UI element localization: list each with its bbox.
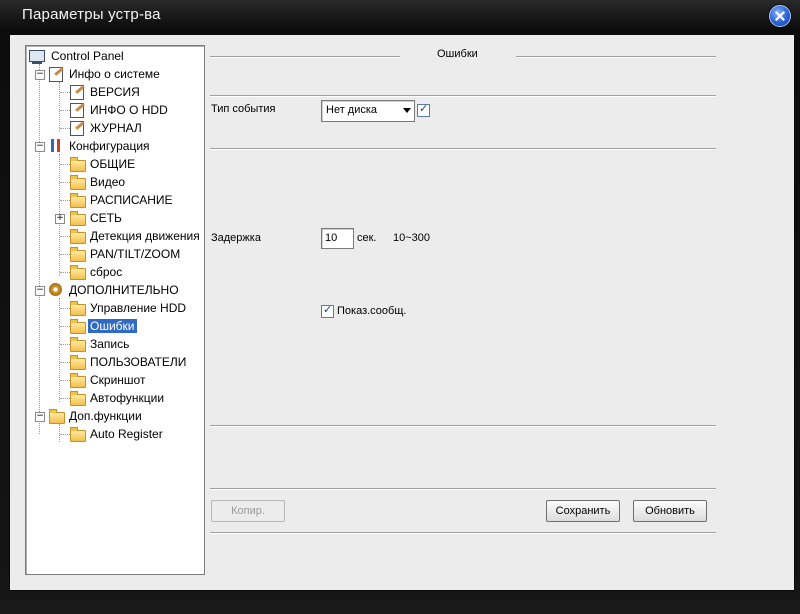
folder-icon xyxy=(70,355,86,370)
delay-value: 10 xyxy=(325,232,338,244)
expand-icon[interactable]: + xyxy=(55,214,65,224)
folder-icon xyxy=(49,409,65,424)
tree-item-label: ДОПОЛНИТЕЛЬНО xyxy=(69,283,179,297)
tree-item-autofunctions[interactable]: Автофункции xyxy=(70,390,166,407)
delay-range: 10~300 xyxy=(393,232,431,244)
folder-icon xyxy=(70,391,86,406)
title-divider-right xyxy=(516,56,716,58)
tree-item-network[interactable]: СЕТЬ xyxy=(70,210,124,227)
folder-icon xyxy=(70,301,86,316)
delay-input[interactable]: 10 xyxy=(321,228,354,249)
tree-item-log[interactable]: ЖУРНАЛ xyxy=(70,120,144,137)
folder-icon xyxy=(70,427,86,442)
divider xyxy=(210,532,716,534)
tree-item-version[interactable]: ВЕРСИЯ xyxy=(70,84,142,101)
tree-root-label: Control Panel xyxy=(51,49,124,63)
tree-root[interactable]: Control Panel xyxy=(29,48,126,65)
tree-item-config[interactable]: Конфигурация xyxy=(49,138,152,155)
tree-item-label: Конфигурация xyxy=(69,139,150,153)
copy-button[interactable]: Копир. xyxy=(211,500,285,522)
tree-item-hdd-management[interactable]: Управление HDD xyxy=(70,300,188,317)
document-icon xyxy=(49,67,63,82)
folder-icon xyxy=(70,175,86,190)
folder-icon xyxy=(70,229,86,244)
tree-item-label: ЖУРНАЛ xyxy=(90,121,142,135)
event-enable-checkbox[interactable] xyxy=(417,102,430,117)
tree-item-record[interactable]: Запись xyxy=(70,336,131,353)
collapse-icon[interactable]: − xyxy=(35,286,45,296)
delay-label: Задержка xyxy=(211,232,261,244)
tree-item-ptz[interactable]: PAN/TILT/ZOOM xyxy=(70,246,182,263)
folder-open-icon xyxy=(70,319,86,334)
computer-icon xyxy=(29,50,45,64)
tree-item-label: ИНФО О HDD xyxy=(90,103,168,117)
show-message-label: Показ.сообщ. xyxy=(337,305,407,317)
refresh-button[interactable]: Обновить xyxy=(633,500,707,522)
divider xyxy=(210,148,716,150)
folder-icon xyxy=(70,157,86,172)
delay-unit: сек. xyxy=(357,232,377,244)
tree-item-label: РАСПИСАНИЕ xyxy=(90,193,173,207)
title-divider-left xyxy=(210,56,400,58)
folder-icon xyxy=(70,373,86,388)
divider xyxy=(210,95,716,97)
tree-item-errors[interactable]: Ошибки xyxy=(70,318,137,335)
event-type-value: Нет диска xyxy=(326,104,378,116)
tree-item-label: Ошибки xyxy=(88,319,137,333)
tree-item-schedule[interactable]: РАСПИСАНИЕ xyxy=(70,192,175,209)
tree-item-motion-detection[interactable]: Детекция движения xyxy=(70,228,202,245)
tree-item-label: ВЕРСИЯ xyxy=(90,85,140,99)
tree-item-label: Скриншот xyxy=(90,373,146,387)
device-settings-window: Параметры устр-ва Control Panel − Инфо о… xyxy=(0,0,800,600)
tree-item-screenshot[interactable]: Скриншот xyxy=(70,372,147,389)
tree-item-label: Доп.функции xyxy=(69,409,142,423)
section-title: Ошибки xyxy=(437,48,478,60)
event-type-label: Тип события xyxy=(211,103,276,115)
title-bar[interactable]: Параметры устр-ва xyxy=(0,0,800,32)
collapse-icon[interactable]: − xyxy=(35,70,45,80)
event-type-dropdown[interactable]: Нет диска xyxy=(321,100,415,122)
tree-item-reset[interactable]: сброс xyxy=(70,264,124,281)
divider xyxy=(210,488,716,490)
tree-item-auto-register[interactable]: Auto Register xyxy=(70,426,165,443)
tree-item-label: ПОЛЬЗОВАТЕЛИ xyxy=(90,355,187,369)
tools-icon xyxy=(49,139,63,152)
tree-item-video[interactable]: Видео xyxy=(70,174,127,191)
folder-icon xyxy=(70,247,86,262)
save-button[interactable]: Сохранить xyxy=(546,500,620,522)
tree-item-label: СЕТЬ xyxy=(90,211,122,225)
document-icon xyxy=(70,121,84,136)
folder-icon xyxy=(70,193,86,208)
tree-item-system-info[interactable]: Инфо о системе xyxy=(49,66,162,83)
tree-item-general[interactable]: ОБЩИЕ xyxy=(70,156,137,173)
tree-item-advanced[interactable]: ДОПОЛНИТЕЛЬНО xyxy=(49,282,181,299)
gear-icon xyxy=(49,283,62,296)
divider xyxy=(210,425,716,427)
tree-item-label: Видео xyxy=(90,175,126,189)
document-icon xyxy=(70,85,84,100)
folder-icon xyxy=(70,265,86,280)
tree-item-hdd-info[interactable]: ИНФО О HDD xyxy=(70,102,170,119)
tree-item-label: Запись xyxy=(90,337,130,351)
folder-icon xyxy=(70,337,86,352)
window-title: Параметры устр-ва xyxy=(22,6,161,23)
tree-item-label: PAN/TILT/ZOOM xyxy=(90,247,181,261)
show-message-checkbox[interactable] xyxy=(321,303,334,318)
chevron-down-icon xyxy=(403,108,411,113)
folder-icon xyxy=(70,211,86,226)
tree-item-label: ОБЩИЕ xyxy=(90,157,136,171)
tree-item-users[interactable]: ПОЛЬЗОВАТЕЛИ xyxy=(70,354,188,371)
tree-item-label: Инфо о системе xyxy=(69,67,160,81)
tree-item-label: Автофункции xyxy=(90,391,165,405)
tree-item-label: Auto Register xyxy=(90,427,163,441)
navigation-tree[interactable]: Control Panel − Инфо о системе ВЕРСИЯ ИН… xyxy=(25,45,205,575)
collapse-icon[interactable]: − xyxy=(35,142,45,152)
tree-item-label: Управление HDD xyxy=(90,301,187,315)
collapse-icon[interactable]: − xyxy=(35,412,45,422)
close-icon[interactable] xyxy=(769,5,791,27)
document-icon xyxy=(70,103,84,118)
tree-item-label: Детекция движения xyxy=(90,229,200,243)
tree-item-label: сброс xyxy=(90,265,123,279)
tree-item-extra[interactable]: Доп.функции xyxy=(49,408,144,425)
